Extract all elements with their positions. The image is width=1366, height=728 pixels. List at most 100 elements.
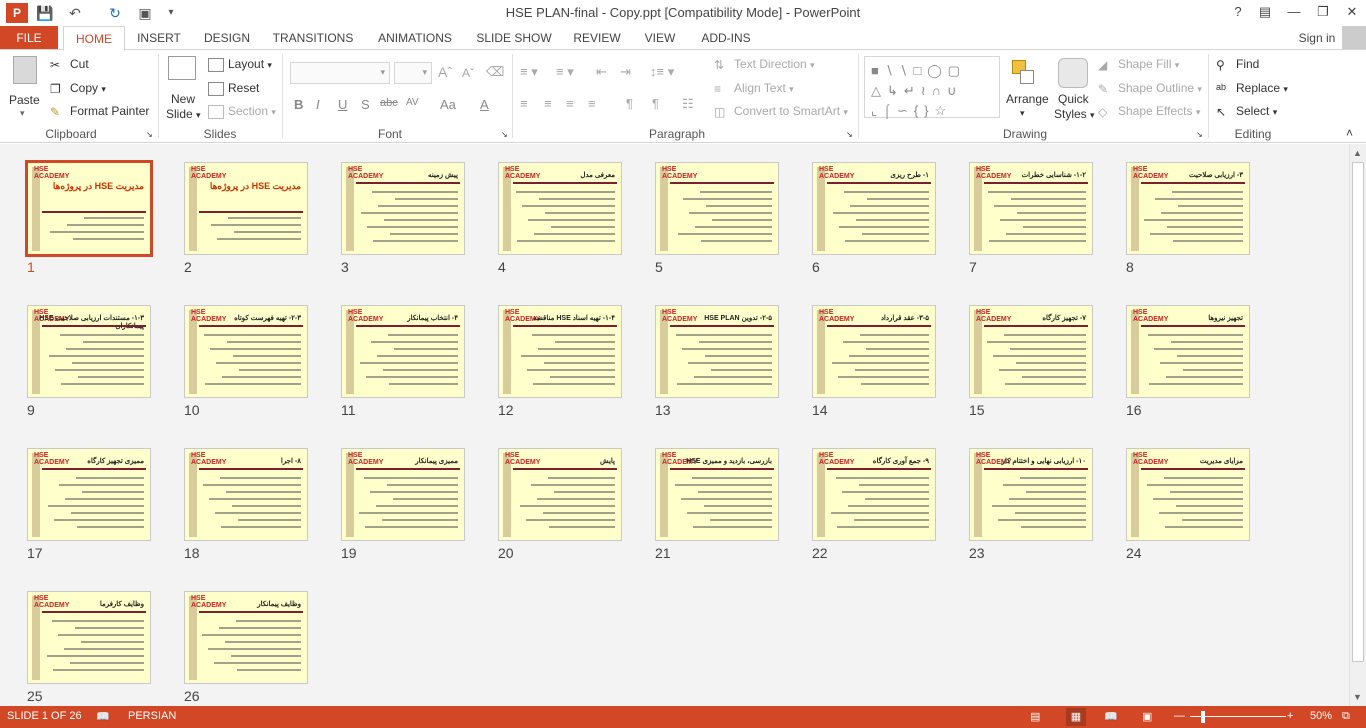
tab-add-ins[interactable]: ADD-INS [694,26,758,50]
slide-thumbnail[interactable]: HSE ACADEMY ۱۰- ارزیابی نهایی و اختتام کا… [969,448,1093,541]
help-button[interactable]: ? [1224,2,1252,22]
slide-thumbnail[interactable]: HSE ACADEMY ۸- اجرا [184,448,308,541]
decrease-indent-icon[interactable]: ⇤ [596,64,607,80]
change-case-button[interactable]: Aa [440,97,456,112]
fit-to-window-icon[interactable]: ⧉ [1342,710,1350,723]
slide-thumbnail[interactable]: HSE ACADEMY مدیریت HSE در پروژه‌ها [25,160,153,257]
slide-thumbnail[interactable]: HSE ACADEMY ۷- تجهیز کارگاه [969,305,1093,398]
shrink-font-icon[interactable]: Aˇ [462,66,474,80]
zoom-slider-thumb[interactable] [1201,711,1205,723]
align-text-button[interactable]: ≡ Align Text ▾ [714,81,794,96]
quick-styles-label-2[interactable]: Styles ▾ [1054,107,1095,121]
close-icon[interactable]: ✕ [1338,2,1366,22]
ltr-icon[interactable]: ¶ [626,96,633,111]
justify-icon[interactable]: ≡ [588,96,596,111]
slide-thumbnail[interactable]: HSE ACADEMY مزایای مدیریت [1126,448,1250,541]
align-left-icon[interactable]: ≡ [520,96,528,111]
slide-thumbnail[interactable]: HSE ACADEMY معرفی مدل [498,162,622,255]
slide-sorter-view-icon[interactable]: ▦ [1066,708,1086,726]
convert-smartart-button[interactable]: ◫ Convert to SmartArt ▾ [714,104,848,119]
copy-button[interactable]: ❐ Copy ▾ [50,81,106,96]
paragraph-launcher-icon[interactable]: ↘ [846,130,853,139]
slide-thumbnail[interactable]: HSE ACADEMY ۲-۵- تدوین HSE PLAN [655,305,779,398]
vertical-scrollbar[interactable]: ▲ ▼ [1349,144,1366,706]
tab-review[interactable]: REVIEW [569,26,625,50]
font-size-box[interactable]: ▾ [394,62,432,84]
slide-thumbnail[interactable]: HSE ACADEMY ۱-۳- مستندات ارزیابی صلاحیت H… [27,305,151,398]
slide-thumbnail[interactable]: HSE ACADEMY ممیزی پیمانکار [341,448,465,541]
grow-font-icon[interactable]: Aˆ [438,64,452,80]
normal-view-icon[interactable]: ▤ [1030,710,1040,723]
columns-icon[interactable]: ☷ [682,96,694,112]
tab-design[interactable]: DESIGN [198,26,256,50]
shape-outline-button[interactable]: ✎ Shape Outline ▾ [1098,81,1202,96]
slide-thumbnail[interactable]: HSE ACADEMY پیش زمینه [341,162,465,255]
slide-thumbnail[interactable]: HSE ACADEMY تجهیز نیروها [1126,305,1250,398]
scroll-down-icon[interactable]: ▼ [1353,692,1362,702]
tab-animations[interactable]: ANIMATIONS [370,26,460,50]
tab-file[interactable]: FILE [0,26,58,50]
slide-thumbnail[interactable]: HSE ACADEMY ۲-۳- تهیه فهرست کوتاه [184,305,308,398]
slide-thumbnail[interactable]: HSE ACADEMY ۳- ارزیابی صلاحیت [1126,162,1250,255]
spelling-icon[interactable]: 📖 [96,710,110,723]
text-direction-button[interactable]: ⇅ Text Direction ▾ [714,57,815,72]
section-button[interactable]: Section ▾ [208,104,276,119]
language-indicator[interactable]: PERSIAN [128,710,176,722]
character-spacing-button[interactable]: AV [406,97,419,108]
minimize-icon[interactable]: — [1280,2,1308,22]
italic-button[interactable]: I [316,97,320,112]
align-center-icon[interactable]: ≡ [544,96,552,111]
slide-thumbnail[interactable]: HSE ACADEMY ۱-۴- تهیه اسناد HSE مناقصه [498,305,622,398]
increase-indent-icon[interactable]: ⇥ [620,64,631,80]
cut-button[interactable]: ✂ Cut [50,57,89,72]
slide-thumbnail[interactable]: HSE ACADEMY ۴- انتخاب پیمانکار [341,305,465,398]
slide-thumbnail[interactable]: HSE ACADEMY بازرسی، بازدید و ممیزی HSE [655,448,779,541]
numbering-icon[interactable]: ≡ ▾ [556,64,574,80]
sign-in-link[interactable]: Sign in [1292,26,1342,50]
zoom-out-icon[interactable]: — [1174,710,1185,722]
tab-transitions[interactable]: TRANSITIONS [268,26,358,50]
replace-button[interactable]: ab Replace ▾ [1216,81,1288,96]
paste-button[interactable] [8,56,42,92]
tab-view[interactable]: VIEW [638,26,682,50]
clipboard-launcher-icon[interactable]: ↘ [146,130,153,139]
font-launcher-icon[interactable]: ↘ [501,130,508,139]
slide-thumbnail[interactable]: HSE ACADEMY پایش [498,448,622,541]
tab-insert[interactable]: INSERT [131,26,187,50]
shape-fill-button[interactable]: ◢ Shape Fill ▾ [1098,57,1179,72]
zoom-level[interactable]: 50% [1310,710,1332,722]
select-button[interactable]: ↖ Select ▾ [1216,104,1277,119]
ribbon-display-options-icon[interactable]: ▤ [1251,2,1279,22]
reset-button[interactable]: Reset [208,81,259,96]
slide-thumbnail[interactable]: HSE ACADEMY [655,162,779,255]
align-right-icon[interactable]: ≡ [566,96,574,111]
bullets-icon[interactable]: ≡ ▾ [520,64,538,80]
format-painter-button[interactable]: ✎ Format Painter [50,104,149,119]
tab-home[interactable]: HOME [63,26,125,51]
find-button[interactable]: ⚲ Find [1216,57,1259,72]
slide-thumbnail[interactable]: HSE ACADEMY ۳-۵- عقد قرارداد [812,305,936,398]
reading-view-icon[interactable]: 📖 [1104,710,1118,723]
slideshow-view-icon[interactable]: ▣ [1142,710,1152,723]
font-name-box[interactable]: ▾ [290,62,390,84]
paste-dropdown-icon[interactable]: ▾ [20,108,25,119]
scroll-up-icon[interactable]: ▲ [1353,148,1362,158]
avatar[interactable] [1342,26,1366,50]
clear-formatting-icon[interactable]: ⌫ [486,64,504,80]
layout-button[interactable]: Layout ▾ [208,57,272,72]
zoom-in-icon[interactable]: + [1287,710,1293,722]
new-slide-button[interactable] [166,56,198,86]
scrollbar-thumb[interactable] [1352,162,1364,662]
slide-thumbnail[interactable]: HSE ACADEMY ۹- جمع آوری کارگاه [812,448,936,541]
shapes-gallery[interactable]: ■∖∖□◯▢ △↳↵≀∩∪ ⌞⌠∽{}☆ [864,56,1000,118]
arrange-dropdown-icon[interactable]: ▾ [1020,108,1025,119]
collapse-ribbon-icon[interactable]: ˄ [1346,126,1353,140]
restore-icon[interactable]: ❐ [1309,2,1337,22]
slide-thumbnail[interactable]: HSE ACADEMY وظایف کارفرما [27,591,151,684]
line-spacing-icon[interactable]: ↕≡ ▾ [650,64,674,80]
slide-thumbnail[interactable]: HSE ACADEMY ۱- طرح ریزی [812,162,936,255]
shadow-button[interactable]: S [361,97,370,112]
slide-thumbnail[interactable]: HSE ACADEMY ۱-۲- شناسایی خطرات [969,162,1093,255]
tab-slide-show[interactable]: SLIDE SHOW [472,26,556,50]
slide-thumbnail[interactable]: HSE ACADEMY مدیریت HSE در پروژه‌ها [184,162,308,255]
